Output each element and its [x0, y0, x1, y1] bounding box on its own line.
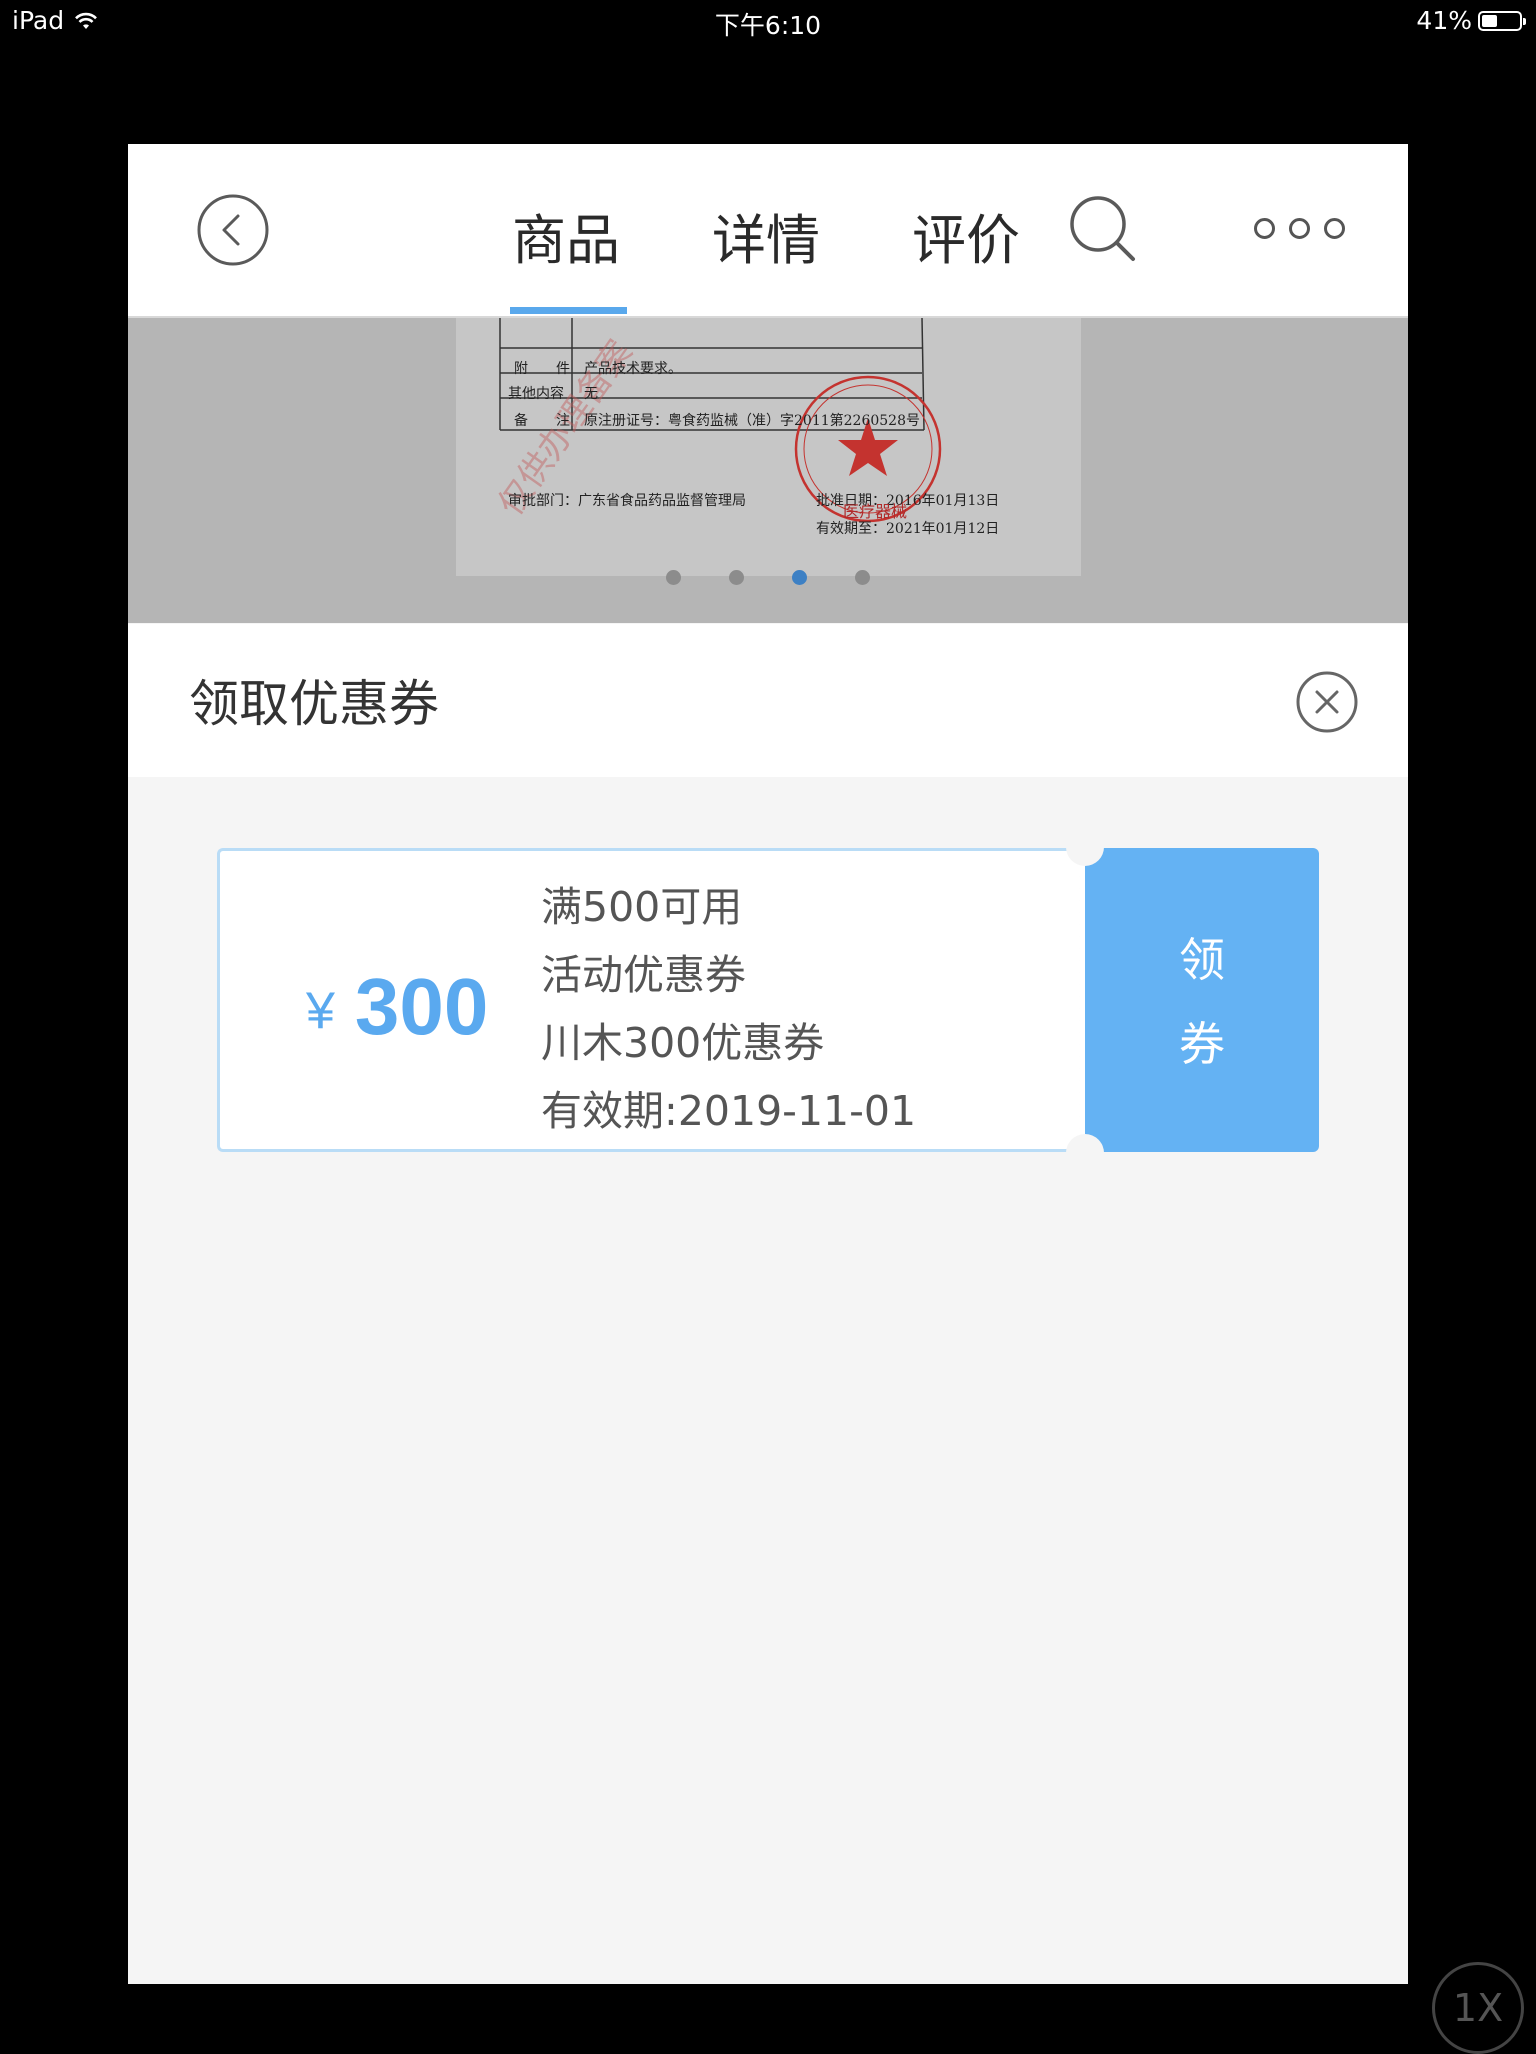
- coupon-card: ¥300 满500可用 活动优惠券 川木300优惠券 有效期:2019-11-0…: [217, 828, 1319, 1172]
- coupon-perforation: [1075, 848, 1093, 1152]
- tab-detail[interactable]: 详情: [712, 196, 820, 275]
- coupon-sheet-header: 领取优惠券: [128, 624, 1408, 777]
- back-button[interactable]: [197, 194, 269, 266]
- playback-speed-button[interactable]: 1X: [1432, 1962, 1524, 2054]
- doc-remark-label: 备 注: [514, 413, 570, 429]
- claim-label-line1: 领: [1179, 933, 1225, 987]
- battery-icon: [1478, 10, 1526, 31]
- active-tab-indicator: [510, 307, 627, 314]
- carousel-dot-active[interactable]: [792, 570, 807, 585]
- coupon-validity: 有效期:2019-11-01: [541, 1087, 917, 1135]
- carousel-dot[interactable]: [666, 570, 681, 585]
- seal-text: 医疗器械: [843, 502, 908, 521]
- status-bar: iPad 下午6:10 41%: [0, 0, 1536, 42]
- product-image-banner[interactable]: 仅供办理备案 附 件 产品技术要求。 其他内容 无 备 注 原注册证号：粤食药监…: [128, 318, 1408, 623]
- certificate-image: 仅供办理备案 附 件 产品技术要求。 其他内容 无 备 注 原注册证号：粤食药监…: [456, 318, 1081, 576]
- coupon-amount: ¥300: [306, 961, 488, 1053]
- coupon-info: ¥300 满500可用 活动优惠券 川木300优惠券 有效期:2019-11-0…: [217, 848, 1085, 1152]
- search-icon: [1070, 196, 1135, 261]
- status-right: 41%: [1416, 6, 1526, 35]
- status-time: 下午6:10: [714, 11, 822, 40]
- coupon-notch-top: [1066, 828, 1104, 866]
- amount-value: 300: [354, 962, 489, 1051]
- more-dot: [1289, 218, 1310, 239]
- more-dot: [1254, 218, 1275, 239]
- more-dot: [1324, 218, 1345, 239]
- more-button[interactable]: [1254, 218, 1345, 239]
- chevron-left-circle-icon: [197, 194, 269, 266]
- battery-tip: [1523, 17, 1526, 25]
- doc-remark-value: 原注册证号：粤食药监械（准）字2011第2260528号: [584, 413, 920, 429]
- tab-goods[interactable]: 商品: [512, 196, 620, 275]
- close-circle-icon: [1296, 671, 1358, 733]
- carousel-dot[interactable]: [855, 570, 870, 585]
- close-button[interactable]: [1296, 671, 1358, 733]
- top-nav-bar: 商品 详情 评价: [128, 144, 1408, 318]
- coupon-condition: 满500可用: [541, 883, 743, 931]
- coupon-details: 满500可用 活动优惠券 川木300优惠券 有效期:2019-11-01: [541, 873, 916, 1145]
- sheet-title: 领取优惠券: [189, 675, 439, 733]
- claim-coupon-button[interactable]: 领 券: [1085, 848, 1319, 1152]
- doc-other-label: 其他内容: [508, 386, 564, 402]
- coupon-notch-bottom: [1066, 1134, 1104, 1172]
- currency-symbol: ¥: [306, 982, 335, 1040]
- app-window: 商品 详情 评价 仅供办理备案 附 件 产品技术要求。 其他内容 无 备 注 原…: [128, 144, 1408, 1984]
- battery-percent: 41%: [1416, 6, 1472, 35]
- claim-label-line2: 券: [1179, 1017, 1225, 1071]
- battery-level: [1482, 14, 1497, 27]
- doc-attachment-value: 产品技术要求。: [584, 361, 682, 377]
- carousel-indicator: [128, 570, 1408, 585]
- coupon-name: 川木300优惠券: [541, 1019, 825, 1067]
- tab-review[interactable]: 评价: [912, 196, 1020, 275]
- carousel-dot[interactable]: [729, 570, 744, 585]
- search-button[interactable]: [1068, 194, 1138, 264]
- coupon-type: 活动优惠券: [541, 951, 746, 999]
- doc-other-value: 无: [584, 386, 598, 402]
- doc-dept: 审批部门：广东省食品药品监督管理局: [508, 493, 746, 509]
- doc-attachment-label: 附 件: [514, 361, 570, 377]
